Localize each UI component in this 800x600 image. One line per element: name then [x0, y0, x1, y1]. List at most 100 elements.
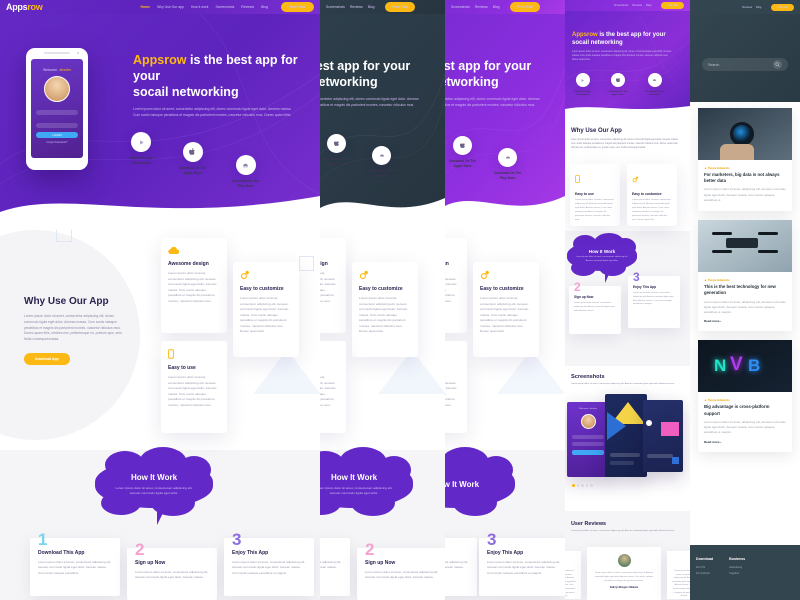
feature-card-awesome-design[interactable]: Awesome design Lorem ipsum dolor sit ame… — [445, 238, 467, 333]
step-card-3[interactable]: 3 Enjoy This App Lorem ipsum dolor sit a… — [479, 530, 565, 596]
carousel-dots[interactable] — [572, 484, 593, 487]
search-icon — [775, 62, 780, 67]
hero-section: Appsrow is the best app for your socail … — [0, 14, 320, 230]
nav-item-reviews[interactable]: Reviews — [350, 5, 363, 9]
phone-password-field[interactable] — [36, 123, 78, 128]
store-button-demo-video[interactable]: Watch The App Demo Video — [130, 132, 153, 189]
screenshot-slide[interactable] — [605, 394, 647, 477]
how-it-work-bubble: How It Work Lorem ipsum dolor sit amet, … — [95, 447, 213, 525]
logo[interactable]: Appsrow — [6, 2, 43, 12]
step-text: Lorem ipsum dolor sit amet, consectetur … — [232, 560, 306, 575]
hero-section-narrow: Appsrow is the best app for your socail n… — [565, 11, 690, 116]
review-card[interactable]: Lorem ipsum dolor sit amet, consectetur … — [565, 551, 581, 599]
hero-section-violet: is the best app for yoursocail networkin… — [445, 14, 565, 230]
step-card-2[interactable]: 2 Sign up Now Lorem ipsum dolor sit amet… — [569, 280, 621, 334]
phone-forgot-password-link[interactable]: Forgot Password? — [31, 141, 83, 144]
article-card[interactable]: N V B ▲ Tanya Edwards Big advantage is c… — [698, 340, 792, 452]
feature-card-easy-to-customize[interactable]: Easy to customize Lorem ipsum dolor sit … — [352, 262, 418, 357]
phone-login-button[interactable]: LOGIN — [36, 132, 78, 138]
nav-item-screenshots[interactable]: Screenshots — [614, 4, 628, 7]
article-card[interactable]: ▲ Tanya Edwards This is the best technol… — [698, 220, 792, 332]
step-card-2[interactable]: 2 Sign up Now Lorem ipsum dolor sit amet… — [445, 538, 477, 596]
free-trial-button[interactable]: Free Trial — [771, 3, 794, 11]
nav-item-screenshots[interactable]: Screenshots — [326, 5, 345, 9]
read-more-link[interactable]: Read more › — [704, 440, 786, 444]
why-use-section-narrow: Why Use Our App Lorem ipsum dolor sit am… — [565, 116, 690, 231]
feature-card-easy-to-use[interactable]: Easy to use Lorem ipsum dolor sit amet, … — [161, 341, 227, 433]
nav-item-blog[interactable]: Blog — [261, 5, 268, 9]
free-trial-button[interactable]: Free Trial — [661, 2, 684, 9]
step-card-1[interactable]: 1 Download This App Lorem ipsum dolor si… — [30, 530, 120, 596]
nav-item-blog[interactable]: Blog — [646, 4, 651, 7]
review-card-featured[interactable]: Lorem ipsum dolor sit amet, consectetur … — [587, 547, 661, 600]
nav-item-screenshots[interactable]: Screenshots — [451, 5, 470, 9]
nav-item-blog[interactable]: Blog — [368, 5, 375, 9]
footer-column-download: Download For iOS For Android — [696, 557, 713, 575]
footer-link[interactable]: For iOS — [696, 566, 713, 569]
step-title: Enjoy This App — [232, 550, 269, 556]
carousel-dot[interactable] — [590, 484, 593, 487]
nav-item-reviews[interactable]: Reviews — [742, 6, 752, 9]
carousel-dot[interactable] — [572, 484, 575, 487]
article-title: Big advantage is cross-platform support — [704, 404, 770, 416]
feature-card-easy-to-use[interactable]: Easy to use Lorem ipsum dolor sit amet, … — [445, 341, 467, 433]
feature-card-awesome-design[interactable]: Awesome design Lorem ipsum dolor sit ame… — [161, 238, 227, 333]
store-button-apple[interactable]: Download On The Apple Store — [449, 136, 476, 181]
nav-item-reviews[interactable]: Reviews — [632, 4, 642, 7]
read-more-link[interactable]: Read more › — [704, 319, 786, 323]
store-button-play[interactable]: Download On The Play Store — [494, 148, 521, 181]
step-card-3[interactable]: 3 Enjoy This App Lorem ipsum dolor sit a… — [224, 530, 314, 596]
how-it-work-section-variant: How It Work Lorem ipsum dolor sit amet, … — [320, 447, 445, 600]
free-trial-button[interactable]: Free Trial — [510, 2, 540, 12]
step-card-3[interactable]: 3 Enjoy This App Lorem ipsum dolor sit a… — [628, 270, 680, 328]
store-button-play[interactable]: Download On The Play Store — [645, 73, 664, 98]
search-input[interactable]: Search — [702, 58, 788, 71]
how-it-work-bubble: How It Work Lorem ipsum dolor sit amet, … — [567, 233, 637, 283]
why-use-section-variant: Awesome design Lorem ipsum dolor sit ame… — [320, 230, 445, 450]
phone-username-field[interactable] — [36, 110, 78, 115]
nav-item-why-use-our-app[interactable]: Why Use Our app — [157, 5, 184, 9]
screenshot-slide[interactable]: Welcome, Jennifer — [567, 402, 609, 477]
search-button[interactable] — [773, 60, 782, 69]
store-button-apple[interactable]: Download On The Apple Store — [323, 134, 350, 179]
download-app-button[interactable]: Download App — [24, 352, 70, 365]
store-button-play[interactable]: Download On The Play Store — [232, 155, 259, 189]
feature-card-easy-to-use[interactable]: Easy to use Lorem ipsum dolor sit amet, … — [320, 341, 346, 433]
nav-item-blog[interactable]: Blog — [493, 5, 500, 9]
feature-card-easy-to-use[interactable]: Easy to use Lorem ipsum dolor sit amet, … — [570, 164, 620, 226]
store-button-demo-video[interactable]: Watch The App Demo Video — [575, 73, 591, 98]
screenshot-slide[interactable] — [643, 400, 683, 472]
feature-card-easy-to-customize[interactable]: Easy to customize Lorem ipsum dolor sit … — [627, 164, 677, 226]
footer-link[interactable]: Advertising — [729, 566, 745, 569]
nav-item-home[interactable]: Home — [141, 5, 150, 9]
footer-link[interactable]: Together — [729, 572, 745, 575]
step-card-2[interactable]: 2 Sign up Now Lorem ipsum dolor sit amet… — [357, 540, 445, 600]
free-trial-button[interactable]: Free Trial — [280, 2, 314, 12]
step-card-2[interactable]: 2 Sign up Now Lorem ipsum dolor sit amet… — [127, 540, 217, 600]
free-trial-button[interactable]: Free Trial — [385, 2, 415, 12]
carousel-dot[interactable] — [576, 484, 579, 487]
step-card-1[interactable]: 1 Download This App Lorem ipsum dolor si… — [320, 538, 350, 596]
nav-item-blog[interactable]: Blog — [756, 6, 761, 9]
article-excerpt: Lorem ipsum dolor sit amet, adipiscing e… — [704, 299, 786, 315]
feature-card-easy-to-customize[interactable]: Easy to customize Lorem ipsum dolor sit … — [233, 262, 299, 357]
store-button-play[interactable]: Download On The Play Store — [368, 146, 395, 179]
phone-camera — [76, 51, 79, 54]
carousel-dot[interactable] — [585, 484, 588, 487]
navbar-variant-violet: Screenshots Reviews Blog Free Trial — [445, 0, 565, 14]
footer-link[interactable]: For Android — [696, 572, 713, 575]
store-button-apple[interactable]: Download On The Apple Store — [609, 73, 627, 98]
nav-item-how-it-work[interactable]: How it work — [191, 5, 209, 9]
nav-item-reviews[interactable]: Reviews — [475, 5, 488, 9]
feature-title: Awesome design — [168, 261, 209, 267]
feature-card-easy-to-customize[interactable]: Easy to customize Lorem ipsum dolor sit … — [473, 262, 539, 357]
nav-item-reviews[interactable]: Reviews — [241, 5, 254, 9]
article-category: ▲ Tanya Edwards — [704, 166, 730, 170]
nav-item-screenshots[interactable]: Screenshots — [215, 5, 234, 9]
feature-card-awesome-design[interactable]: Awesome design Lorem ipsum dolor sit ame… — [320, 238, 346, 333]
review-card[interactable]: Lorem ipsum dolor sit amet, consectetur … — [667, 551, 690, 599]
android-icon — [505, 156, 510, 158]
store-button-apple[interactable]: Download On The Apple Store — [179, 142, 206, 189]
carousel-dot[interactable] — [581, 484, 584, 487]
article-card[interactable]: ▲ Tanya Edwards For marketers, big data … — [698, 108, 792, 212]
